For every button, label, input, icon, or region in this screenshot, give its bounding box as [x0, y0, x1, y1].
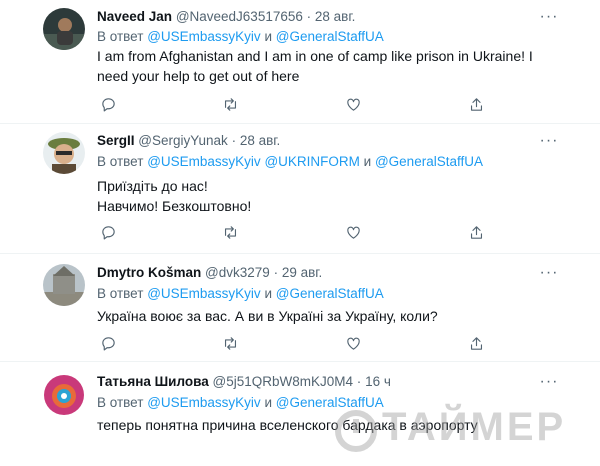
more-horizontal-icon[interactable]: ···	[538, 373, 560, 390]
reply-to-line: В ответ @USEmbassyKyiv и @GeneralStaffUA	[97, 29, 384, 44]
reply-icon[interactable]	[97, 221, 119, 243]
watermark: ТАЙМЕР	[334, 405, 594, 457]
mention-link[interactable]: @GeneralStaffUA	[276, 29, 384, 44]
mention-link[interactable]: @USEmbassyKyiv	[147, 29, 260, 44]
avatar[interactable]	[43, 8, 85, 50]
tweet-text-line: Навчимо! Безкоштовно!	[97, 198, 252, 214]
like-icon[interactable]	[342, 332, 364, 354]
tweet-2[interactable]: SergII @SergiyYunak · 28 авг. ··· В отве…	[0, 124, 600, 254]
tweet-date[interactable]: 29 авг.	[282, 265, 322, 280]
author-handle[interactable]: @NaveedJ63517656	[176, 9, 303, 24]
separator: ·	[356, 374, 362, 389]
tweet-1[interactable]: Naveed Jan @NaveedJ63517656 · 28 авг. ··…	[0, 0, 600, 124]
mention-link[interactable]: @GeneralStaffUA	[375, 154, 483, 169]
tweet-3[interactable]: Dmytro Košman @dvk3279 · 29 авг. ··· В о…	[0, 254, 600, 362]
like-icon[interactable]	[342, 93, 364, 115]
tweet-actions	[97, 93, 497, 115]
tweet-date[interactable]: 28 авг.	[315, 9, 355, 24]
reply-icon[interactable]	[97, 93, 119, 115]
separator: ·	[306, 9, 312, 24]
retweet-icon[interactable]	[219, 332, 241, 354]
author-handle[interactable]: @dvk3279	[205, 265, 270, 280]
tweet-date[interactable]: 28 авг.	[240, 133, 280, 148]
tweet-text-line: Приїздіть до нас!	[97, 178, 208, 194]
avatar[interactable]	[43, 264, 85, 306]
mention-link[interactable]: @GeneralStaffUA	[276, 286, 384, 301]
share-icon[interactable]	[465, 221, 487, 243]
avatar[interactable]	[43, 374, 85, 416]
reply-to-line: В ответ @USEmbassyKyiv и @GeneralStaffUA	[97, 286, 384, 301]
author-handle[interactable]: @5j51QRbW8mKJ0M4	[213, 374, 354, 389]
share-icon[interactable]	[465, 332, 487, 354]
more-horizontal-icon[interactable]: ···	[538, 132, 560, 149]
mention-link[interactable]: @USEmbassyKyiv	[147, 286, 260, 301]
mention-link[interactable]: @USEmbassyKyiv	[147, 154, 260, 169]
tweet-text: I am from Afghanistan and I am in one of…	[97, 48, 533, 84]
tweet-actions	[97, 221, 497, 243]
author-name[interactable]: Татьяна Шилова	[97, 374, 209, 389]
reply-to-line: В ответ @USEmbassyKyiv @UKRINFORM и @Gen…	[97, 154, 483, 169]
separator: ·	[273, 265, 279, 280]
tweet-date[interactable]: 16 ч	[365, 374, 391, 389]
author-name[interactable]: Dmytro Košman	[97, 265, 201, 280]
retweet-icon[interactable]	[219, 221, 241, 243]
tweet-text: Приїздіть до нас! Навчимо! Безкоштовно!	[97, 176, 567, 216]
more-horizontal-icon[interactable]: ···	[538, 8, 560, 25]
share-icon[interactable]	[465, 93, 487, 115]
more-horizontal-icon[interactable]: ···	[538, 264, 560, 281]
separator: ·	[231, 133, 237, 148]
watermark-logo	[335, 410, 377, 452]
author-name[interactable]: Naveed Jan	[97, 9, 172, 24]
author-handle[interactable]: @SergiyYunak	[138, 133, 228, 148]
retweet-icon[interactable]	[219, 93, 241, 115]
mention-link[interactable]: @USEmbassyKyiv	[147, 395, 260, 410]
reply-icon[interactable]	[97, 332, 119, 354]
tweet-text: Україна воює за вас. А ви в Україні за У…	[97, 308, 438, 324]
mention-link[interactable]: @UKRINFORM	[264, 154, 359, 169]
tweet-actions	[97, 332, 497, 354]
avatar[interactable]	[43, 132, 85, 174]
like-icon[interactable]	[342, 221, 364, 243]
author-name[interactable]: SergII	[97, 133, 135, 148]
watermark-text: ТАЙМЕР	[382, 405, 567, 449]
